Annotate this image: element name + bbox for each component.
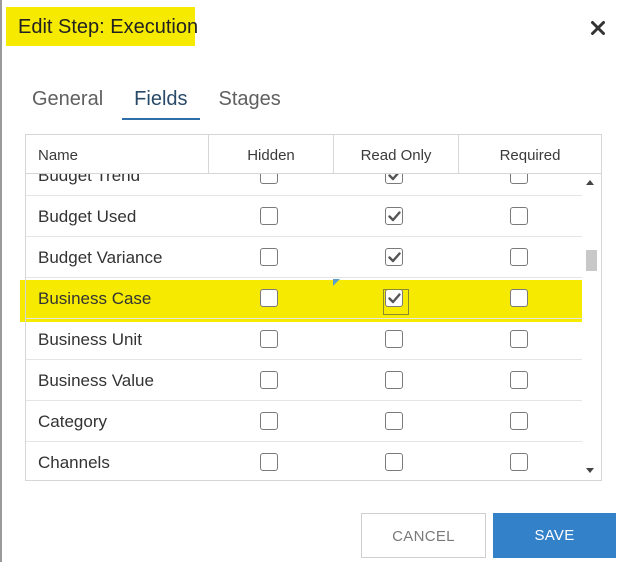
field-name: Business Unit [38, 330, 142, 349]
grid-scrollbar[interactable] [582, 174, 601, 480]
hidden-checkbox[interactable] [260, 289, 278, 307]
tab-stages[interactable]: Stages [207, 82, 293, 120]
hidden-checkbox[interactable] [260, 453, 278, 471]
scroll-up-arrow-icon[interactable] [586, 180, 594, 185]
close-button[interactable] [586, 14, 610, 42]
grid-body: Budget Trend Budget Used Budget Variance Bu… [26, 174, 582, 480]
close-icon [591, 21, 605, 35]
field-name: Budget Used [38, 207, 137, 226]
tab-general[interactable]: General [20, 82, 115, 120]
grid-row-category: Category [26, 401, 582, 442]
hidden-checkbox[interactable] [260, 207, 278, 225]
grid-row-business-value: Business Value [26, 360, 582, 401]
hidden-checkbox[interactable] [260, 248, 278, 266]
grid-row-budget-variance: Budget Variance [26, 237, 582, 278]
field-name: Business Case [38, 289, 152, 308]
required-checkbox[interactable] [510, 248, 528, 266]
grid-row-channels: Channels [26, 442, 582, 480]
grid-row-business-case: Business Case [26, 278, 582, 319]
hidden-checkbox[interactable] [260, 412, 278, 430]
dialog-title: Edit Step: Execution [18, 16, 199, 38]
grid-row-budget-trend: Budget Trend [26, 174, 582, 196]
field-name: Channels [38, 453, 110, 472]
required-checkbox[interactable] [510, 207, 528, 225]
required-checkbox[interactable] [510, 412, 528, 430]
save-button[interactable]: SAVE [493, 513, 616, 558]
grid-row-business-unit: Business Unit [26, 319, 582, 360]
tab-fields[interactable]: Fields [122, 82, 200, 120]
read-only-checkbox[interactable] [385, 371, 403, 389]
read-only-checkbox[interactable] [385, 174, 403, 184]
field-name: Category [38, 412, 107, 431]
tab-bar: General Fields Stages [20, 82, 300, 120]
hidden-checkbox[interactable] [260, 371, 278, 389]
required-checkbox[interactable] [510, 371, 528, 389]
field-name: Budget Trend [38, 174, 141, 185]
hidden-checkbox[interactable] [260, 174, 278, 184]
column-header-name[interactable]: Name [26, 135, 209, 174]
grid-rows: Budget Trend Budget Used Budget Variance Bu… [26, 174, 582, 480]
hidden-checkbox[interactable] [260, 330, 278, 348]
fields-grid: Name Hidden Read Only Required Budget Tr… [25, 134, 602, 481]
grid-row-budget-used: Budget Used [26, 196, 582, 237]
read-only-checkbox[interactable] [385, 453, 403, 471]
read-only-checkbox[interactable] [385, 248, 403, 266]
required-checkbox[interactable] [510, 453, 528, 471]
focus-outline [383, 289, 409, 315]
scroll-down-arrow-icon[interactable] [586, 468, 594, 473]
focus-marker [333, 279, 340, 286]
field-name: Budget Variance [38, 248, 163, 267]
column-header-required[interactable]: Required [459, 135, 601, 174]
grid-header: Name Hidden Read Only Required [26, 135, 601, 174]
required-checkbox[interactable] [510, 289, 528, 307]
read-only-checkbox[interactable] [385, 207, 403, 225]
cancel-button[interactable]: CANCEL [361, 513, 486, 558]
read-only-checkbox[interactable] [385, 412, 403, 430]
field-name: Business Value [38, 371, 154, 390]
read-only-checkbox[interactable] [385, 330, 403, 348]
column-header-hidden[interactable]: Hidden [209, 135, 334, 174]
required-checkbox[interactable] [510, 174, 528, 184]
scroll-thumb[interactable] [586, 250, 597, 271]
window-edge [0, 0, 2, 562]
required-checkbox[interactable] [510, 330, 528, 348]
column-header-read-only[interactable]: Read Only [334, 135, 459, 174]
